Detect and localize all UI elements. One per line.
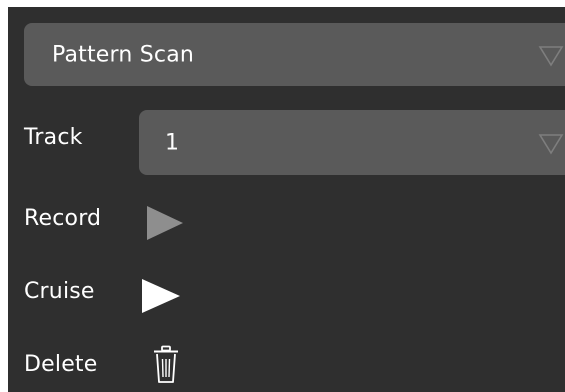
triangle-down-icon	[538, 45, 564, 67]
pattern-select-value: Pattern Scan	[52, 42, 195, 67]
track-select[interactable]: 1	[139, 110, 565, 175]
delete-label: Delete	[24, 352, 98, 377]
cruise-play-icon[interactable]	[140, 277, 182, 315]
pattern-select[interactable]: Pattern Scan	[24, 23, 565, 86]
track-select-value: 1	[165, 130, 180, 155]
control-panel: Pattern Scan Track 1 Record Cruise Delet…	[8, 7, 565, 392]
trash-icon[interactable]	[152, 345, 180, 385]
cruise-label: Cruise	[24, 279, 95, 304]
record-label: Record	[24, 206, 102, 231]
triangle-down-icon	[538, 133, 564, 155]
track-label: Track	[24, 125, 83, 150]
record-play-icon[interactable]	[145, 204, 185, 242]
